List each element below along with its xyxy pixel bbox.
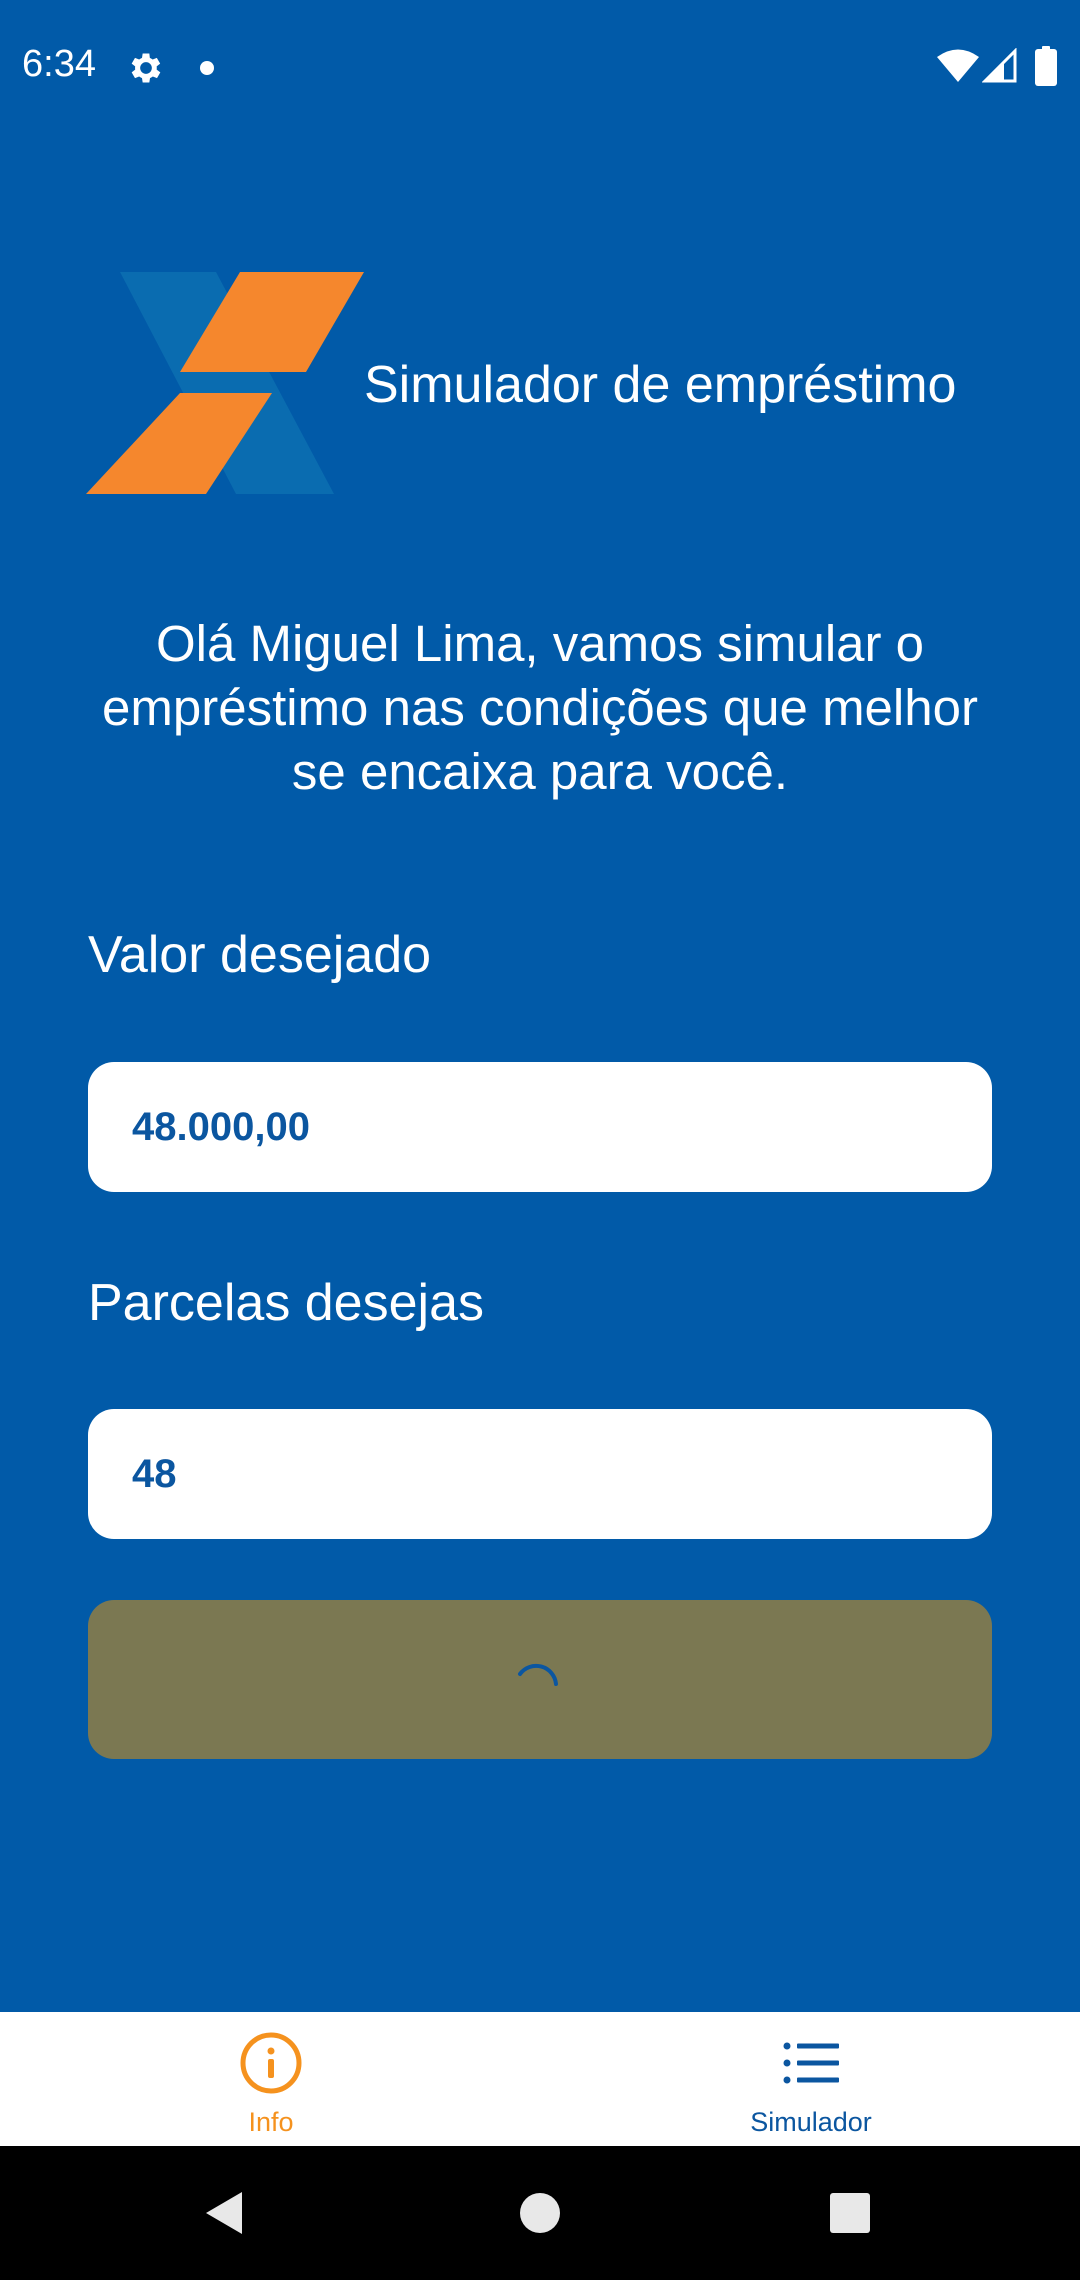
- status-time: 6:34: [22, 43, 96, 85]
- valor-label: Valor desejado: [88, 926, 432, 984]
- nav-item-simulador[interactable]: Simulador: [661, 2012, 961, 2146]
- parcelas-label: Parcelas desejas: [88, 1274, 484, 1332]
- list-icon: [783, 2042, 839, 2084]
- signal-icon: [982, 48, 1017, 83]
- simulate-button[interactable]: [88, 1600, 992, 1759]
- parcelas-field[interactable]: [88, 1409, 992, 1539]
- bottom-navigation: Info Simulador: [0, 2012, 1080, 2146]
- notification-dot-icon: [200, 61, 214, 75]
- nav-label-info: Info: [248, 2107, 294, 2137]
- battery-icon: [1035, 46, 1057, 86]
- home-icon[interactable]: [517, 2190, 563, 2236]
- wifi-icon: [937, 49, 979, 82]
- status-bar: 6:34: [0, 0, 1080, 134]
- greeting-text: Olá Miguel Lima, vamos simular o emprést…: [102, 615, 978, 800]
- back-icon[interactable]: [202, 2190, 248, 2236]
- valor-field[interactable]: [88, 1062, 992, 1192]
- loading-spinner-icon: [518, 1663, 558, 1686]
- nav-item-info[interactable]: Info: [121, 2012, 421, 2146]
- gear-icon: [131, 53, 161, 83]
- recents-icon[interactable]: [827, 2190, 873, 2236]
- info-icon: [240, 2032, 302, 2094]
- parcelas-input[interactable]: [132, 1451, 952, 1497]
- caixa-x-logo: [86, 272, 364, 494]
- page-title: Simulador de empréstimo: [364, 356, 957, 414]
- nav-label-simulador: Simulador: [750, 2107, 872, 2137]
- valor-input[interactable]: [132, 1104, 952, 1150]
